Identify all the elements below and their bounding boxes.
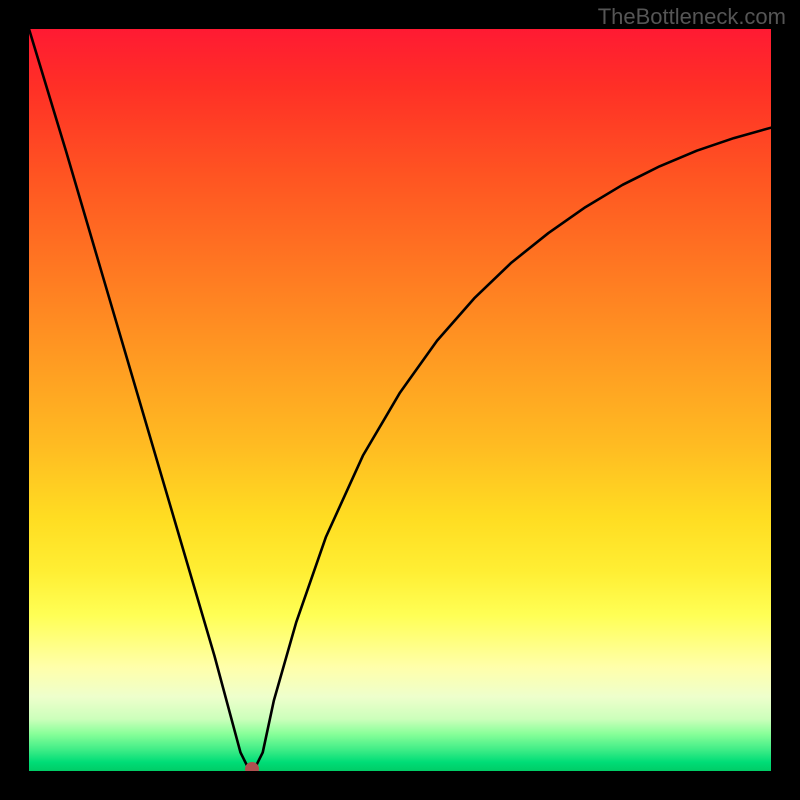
watermark-text: TheBottleneck.com	[598, 4, 786, 30]
chart-curve-svg	[29, 29, 771, 771]
chart-plot-area	[29, 29, 771, 771]
bottleneck-curve	[29, 29, 771, 767]
optimum-marker	[245, 762, 259, 771]
